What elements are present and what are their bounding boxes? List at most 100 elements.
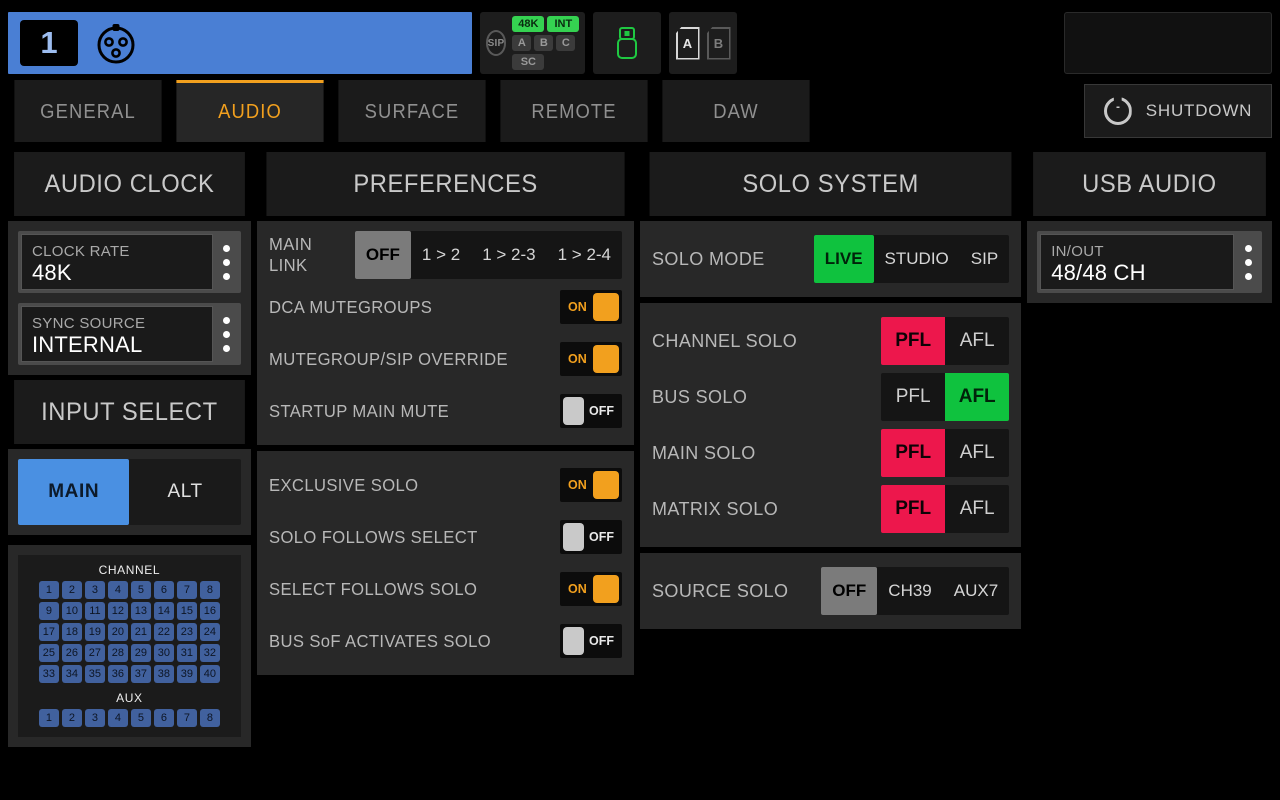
sync-source-dropdown[interactable]: SYNC SOURCE INTERNAL: [18, 303, 241, 365]
clock-rate-dropdown[interactable]: CLOCK RATE 48K: [18, 231, 241, 293]
sd-card-status-box[interactable]: A B: [669, 12, 737, 74]
channel-cell[interactable]: 13: [130, 602, 151, 620]
channel-cell[interactable]: 24: [199, 623, 220, 641]
aux-cell[interactable]: 8: [199, 709, 220, 727]
channel-cell[interactable]: 14: [153, 602, 174, 620]
channel-cell[interactable]: 40: [199, 665, 220, 683]
aux-cell[interactable]: 6: [153, 709, 174, 727]
main-link-option-1-2-3[interactable]: 1 > 2-3: [471, 231, 546, 279]
channel-cell[interactable]: 1: [38, 581, 59, 599]
usb-audio-title: USB AUDIO: [1033, 152, 1266, 216]
channel-cell[interactable]: 26: [61, 644, 82, 662]
channel-cell[interactable]: 38: [153, 665, 174, 683]
solo-mode-option-live[interactable]: LIVE: [813, 235, 874, 283]
channel-solo-afl[interactable]: AFL: [945, 317, 1010, 365]
solo-mode-option-sip[interactable]: SIP: [960, 235, 1009, 283]
tab-spacer: [818, 80, 1082, 142]
channel-cell[interactable]: 16: [199, 602, 220, 620]
mutegroup-sip-override-state: ON: [568, 352, 587, 366]
channel-cell[interactable]: 39: [176, 665, 197, 683]
channel-cell[interactable]: 23: [176, 623, 197, 641]
usb-status-box[interactable]: [593, 12, 661, 74]
main-solo-pfl[interactable]: PFL: [881, 429, 946, 477]
channel-cell[interactable]: 28: [107, 644, 128, 662]
aux-cell[interactable]: 7: [176, 709, 197, 727]
startup-main-mute-toggle[interactable]: OFF: [560, 394, 623, 428]
tab-general[interactable]: GENERAL: [14, 80, 162, 142]
main-solo-afl[interactable]: AFL: [945, 429, 1010, 477]
scene-strip[interactable]: 1: [8, 12, 472, 74]
channel-cell[interactable]: 4: [107, 581, 128, 599]
aux-cell[interactable]: 2: [61, 709, 82, 727]
source-solo-option-off[interactable]: OFF: [821, 567, 878, 615]
channel-cell[interactable]: 15: [176, 602, 197, 620]
channel-cell[interactable]: 36: [107, 665, 128, 683]
bus-sof-activates-solo-toggle[interactable]: OFF: [560, 624, 623, 658]
source-solo-option-ch39[interactable]: CH39: [877, 567, 942, 615]
matrix-solo-afl[interactable]: AFL: [945, 485, 1010, 533]
channel-cell[interactable]: 33: [38, 665, 59, 683]
tab-remote[interactable]: REMOTE: [500, 80, 648, 142]
clock-rate-menu-icon[interactable]: [213, 231, 241, 293]
usb-inout-dropdown[interactable]: IN/OUT 48/48 CH: [1037, 231, 1263, 293]
aux-cell[interactable]: 3: [84, 709, 105, 727]
tab-daw[interactable]: DAW: [662, 80, 810, 142]
input-select-main[interactable]: MAIN: [18, 459, 130, 525]
main-link-option-1-2[interactable]: 1 > 2: [411, 231, 471, 279]
channel-cell[interactable]: 34: [61, 665, 82, 683]
power-icon: [1103, 97, 1132, 125]
channel-cell[interactable]: 19: [84, 623, 105, 641]
channel-cell[interactable]: 30: [153, 644, 174, 662]
channel-cell[interactable]: 29: [130, 644, 151, 662]
tab-audio[interactable]: AUDIO: [176, 80, 324, 142]
main-content: AUDIO CLOCK CLOCK RATE 48K SYNC SOURCE I…: [8, 152, 1273, 747]
usb-inout-menu-icon[interactable]: [1234, 231, 1262, 293]
bus-solo-row: BUS SOLO PFL AFL: [652, 369, 1010, 425]
channel-cell[interactable]: 5: [130, 581, 151, 599]
matrix-solo-pfl[interactable]: PFL: [881, 485, 946, 533]
input-select-alt[interactable]: ALT: [129, 459, 240, 525]
channel-cell[interactable]: 17: [38, 623, 59, 641]
solo-mode-option-studio[interactable]: STUDIO: [874, 235, 960, 283]
tab-surface[interactable]: SURFACE: [338, 80, 486, 142]
channel-cell[interactable]: 27: [84, 644, 105, 662]
solo-follows-select-toggle[interactable]: OFF: [560, 520, 623, 554]
bus-solo-afl[interactable]: AFL: [945, 373, 1010, 421]
channel-cell[interactable]: 7: [176, 581, 197, 599]
sync-source-menu-icon[interactable]: [213, 303, 241, 365]
select-follows-solo-toggle[interactable]: ON: [560, 572, 623, 606]
channel-cell[interactable]: 35: [84, 665, 105, 683]
channel-cell[interactable]: 9: [38, 602, 59, 620]
mutegroup-sip-override-toggle[interactable]: ON: [560, 342, 623, 376]
channel-solo-pfl[interactable]: PFL: [881, 317, 946, 365]
channel-cell[interactable]: 20: [107, 623, 128, 641]
channel-cell[interactable]: 10: [61, 602, 82, 620]
clock-status-box[interactable]: SIP 48K INT A B C SC: [480, 12, 585, 74]
channel-cell[interactable]: 2: [61, 581, 82, 599]
channel-cell[interactable]: 22: [153, 623, 174, 641]
main-link-option-1-2-4[interactable]: 1 > 2-4: [547, 231, 622, 279]
usb-drive-icon: [617, 27, 637, 59]
channel-cell[interactable]: 11: [84, 602, 105, 620]
source-solo-option-aux7[interactable]: AUX7: [943, 567, 1009, 615]
bus-solo-pair: PFL AFL: [881, 373, 1010, 421]
channel-cell[interactable]: 21: [130, 623, 151, 641]
aux-cell[interactable]: 4: [107, 709, 128, 727]
shutdown-button[interactable]: SHUTDOWN: [1084, 84, 1272, 138]
aux-cell[interactable]: 1: [38, 709, 59, 727]
channel-cell[interactable]: 18: [61, 623, 82, 641]
channel-cell[interactable]: 25: [38, 644, 59, 662]
channel-cell[interactable]: 12: [107, 602, 128, 620]
channel-cell[interactable]: 37: [130, 665, 151, 683]
aux-cell[interactable]: 5: [130, 709, 151, 727]
bus-solo-pfl[interactable]: PFL: [881, 373, 946, 421]
main-link-option-off[interactable]: OFF: [354, 231, 411, 279]
channel-cell[interactable]: 6: [153, 581, 174, 599]
exclusive-solo-toggle[interactable]: ON: [560, 468, 623, 502]
channel-cell[interactable]: 8: [199, 581, 220, 599]
channel-cell[interactable]: 3: [84, 581, 105, 599]
clock-rate-face: CLOCK RATE 48K: [21, 234, 213, 290]
channel-cell[interactable]: 31: [176, 644, 197, 662]
dca-mutegroups-toggle[interactable]: ON: [560, 290, 623, 324]
channel-cell[interactable]: 32: [199, 644, 220, 662]
